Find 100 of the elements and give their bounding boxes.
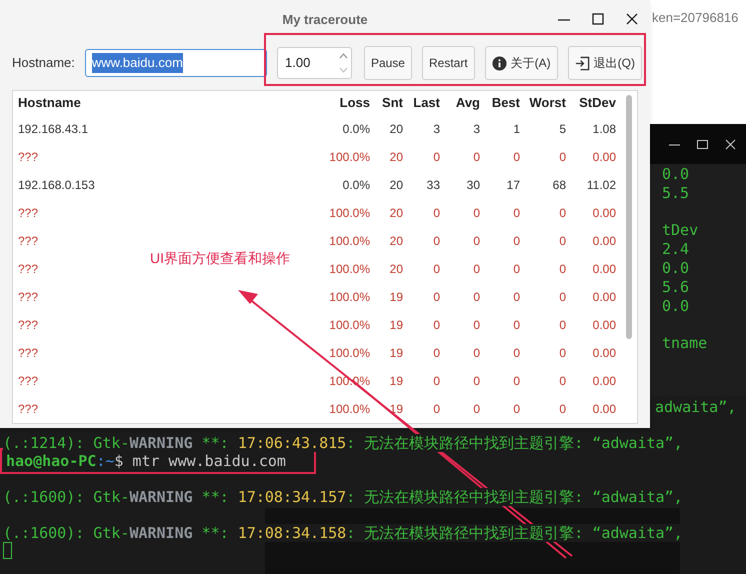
table-cell-text: 0 xyxy=(472,317,480,334)
table-cell-text: 0 xyxy=(432,289,440,306)
table-cell-text: 20 xyxy=(388,261,403,278)
table-cell-text: 20 xyxy=(388,177,403,194)
table-cell-text: 20 xyxy=(388,205,403,222)
terminal-text: 0.0 xyxy=(662,165,690,184)
table-cell-text: 1 xyxy=(512,121,520,138)
table-cell-text: 20 xyxy=(388,149,403,166)
table-cell-text: 0 xyxy=(512,149,520,166)
column-header[interactable]: Worst xyxy=(520,93,566,113)
close-icon[interactable] xyxy=(626,13,638,25)
table-cell-text: 0 xyxy=(432,317,440,334)
table-cell-text: 0 xyxy=(558,289,566,306)
table-cell-text: 0 xyxy=(512,373,520,390)
table-cell-text: 0.00 xyxy=(592,149,616,166)
table-cell-text: ??? xyxy=(18,261,40,278)
terminal-text: 0.0 xyxy=(662,259,690,278)
interval-spinbox[interactable]: 1.00 xyxy=(277,47,352,79)
maximize-icon[interactable] xyxy=(592,13,604,25)
table-cell-text: 100.0% xyxy=(328,261,370,278)
table-cell-text: 3 xyxy=(432,121,440,138)
column-header[interactable]: Loss xyxy=(320,93,370,113)
table-cell-text: 192.168.0.153 xyxy=(18,177,96,194)
table-cell-text: 100.0% xyxy=(328,401,370,418)
table-cell-text: ??? xyxy=(18,289,40,306)
table-cell-text: 19 xyxy=(388,373,403,390)
table-cell-text: 0 xyxy=(472,205,480,222)
table-cell-text: 0 xyxy=(472,149,480,166)
table-cell-text: ??? xyxy=(18,401,40,418)
table-cell-text: 0 xyxy=(512,289,520,306)
table-cell-text: 0 xyxy=(472,401,480,418)
table-cell-text: 0 xyxy=(472,289,480,306)
table-cell-text: 0 xyxy=(472,261,480,278)
window-title: My traceroute xyxy=(282,11,368,30)
terminal-text: 0.0 xyxy=(662,297,690,316)
table-cell-text: 0 xyxy=(512,401,520,418)
table-cell-text: 0 xyxy=(432,205,440,222)
table-cell-text: 0.00 xyxy=(592,289,616,306)
table-cell-text: 0.0% xyxy=(342,121,370,138)
column-header[interactable]: Best xyxy=(480,93,520,113)
table-cell-text: 100.0% xyxy=(328,289,370,306)
table-cell-text: 0 xyxy=(558,205,566,222)
table-cell-text: 19 xyxy=(388,289,403,306)
table-cell-text: 0.00 xyxy=(592,345,616,362)
table-cell-text: 0.0% xyxy=(342,177,370,194)
table-cell-text: 30 xyxy=(466,177,480,194)
table-cell-text: ??? xyxy=(18,345,40,362)
scrollbar[interactable] xyxy=(626,95,632,339)
table-cell-text: 0.00 xyxy=(592,233,616,250)
column-header[interactable]: StDev xyxy=(566,93,616,113)
terminal-text: 5.5 xyxy=(662,184,690,203)
hostname-label: Hostname: xyxy=(12,54,75,72)
table-cell-text: 0 xyxy=(432,233,440,250)
toolbar-button[interactable]: 关于(A) xyxy=(484,46,558,80)
table-cell-text: 20 xyxy=(388,121,403,138)
table-cell-text: ??? xyxy=(18,149,40,166)
toolbar-button[interactable]: 退出(Q) xyxy=(568,46,642,80)
column-header[interactable]: Last xyxy=(403,93,440,113)
table-cell-text: 0.00 xyxy=(592,401,616,418)
table-cell-text: 0.00 xyxy=(592,205,616,222)
table-cell-text: 0 xyxy=(558,345,566,362)
column-header[interactable]: Hostname xyxy=(18,93,320,113)
table-cell-text: 0 xyxy=(512,205,520,222)
table-cell-text: 68 xyxy=(552,177,566,194)
table-cell-text: 0 xyxy=(432,345,440,362)
table-cell-text: 0 xyxy=(432,149,440,166)
annotation-text: UI界面方便查看和操作 xyxy=(150,249,290,268)
table-cell-text: 100.0% xyxy=(328,317,370,334)
table-cell-text: 19 xyxy=(388,345,403,362)
toolbar-button[interactable]: Pause xyxy=(364,46,412,80)
toolbar-button[interactable]: Restart xyxy=(422,46,475,80)
table-cell-text: 0 xyxy=(472,233,480,250)
hostname-input[interactable]: www.baidu.com xyxy=(84,49,268,77)
column-header[interactable]: Snt xyxy=(370,93,403,113)
table-cell-text: ??? xyxy=(18,205,40,222)
table-cell-text: 0 xyxy=(558,317,566,334)
table-cell-text: ??? xyxy=(18,233,40,250)
table-cell-text: 0 xyxy=(432,401,440,418)
table-cell-text: 0 xyxy=(432,373,440,390)
table-cell-text: 100.0% xyxy=(328,149,370,166)
table-cell-text: 11.02 xyxy=(586,177,616,194)
column-header[interactable]: Avg xyxy=(440,93,480,113)
table-cell-text: 20 xyxy=(388,233,403,250)
table-cell-text: ??? xyxy=(18,373,40,390)
table-cell-text: 0 xyxy=(472,345,480,362)
table-cell-text: ??? xyxy=(18,317,40,334)
table-cell-text: 33 xyxy=(426,177,440,194)
table-cell-text: 3 xyxy=(472,121,480,138)
table-cell-text: 0 xyxy=(512,317,520,334)
table-cell-text: 0 xyxy=(512,345,520,362)
terminal-text: 2.4 xyxy=(662,240,690,259)
table-cell-text: 17 xyxy=(506,177,520,194)
terminal-text: tname xyxy=(662,334,708,353)
terminal-text: tDev xyxy=(662,221,700,240)
table-cell-text: 0 xyxy=(432,261,440,278)
table-cell-text: 100.0% xyxy=(328,233,370,250)
table-cell-text: 0 xyxy=(558,401,566,418)
table-cell-text: 0 xyxy=(558,233,566,250)
table-cell-text: 1.08 xyxy=(592,121,616,138)
table-cell-text: 0.00 xyxy=(592,317,616,334)
